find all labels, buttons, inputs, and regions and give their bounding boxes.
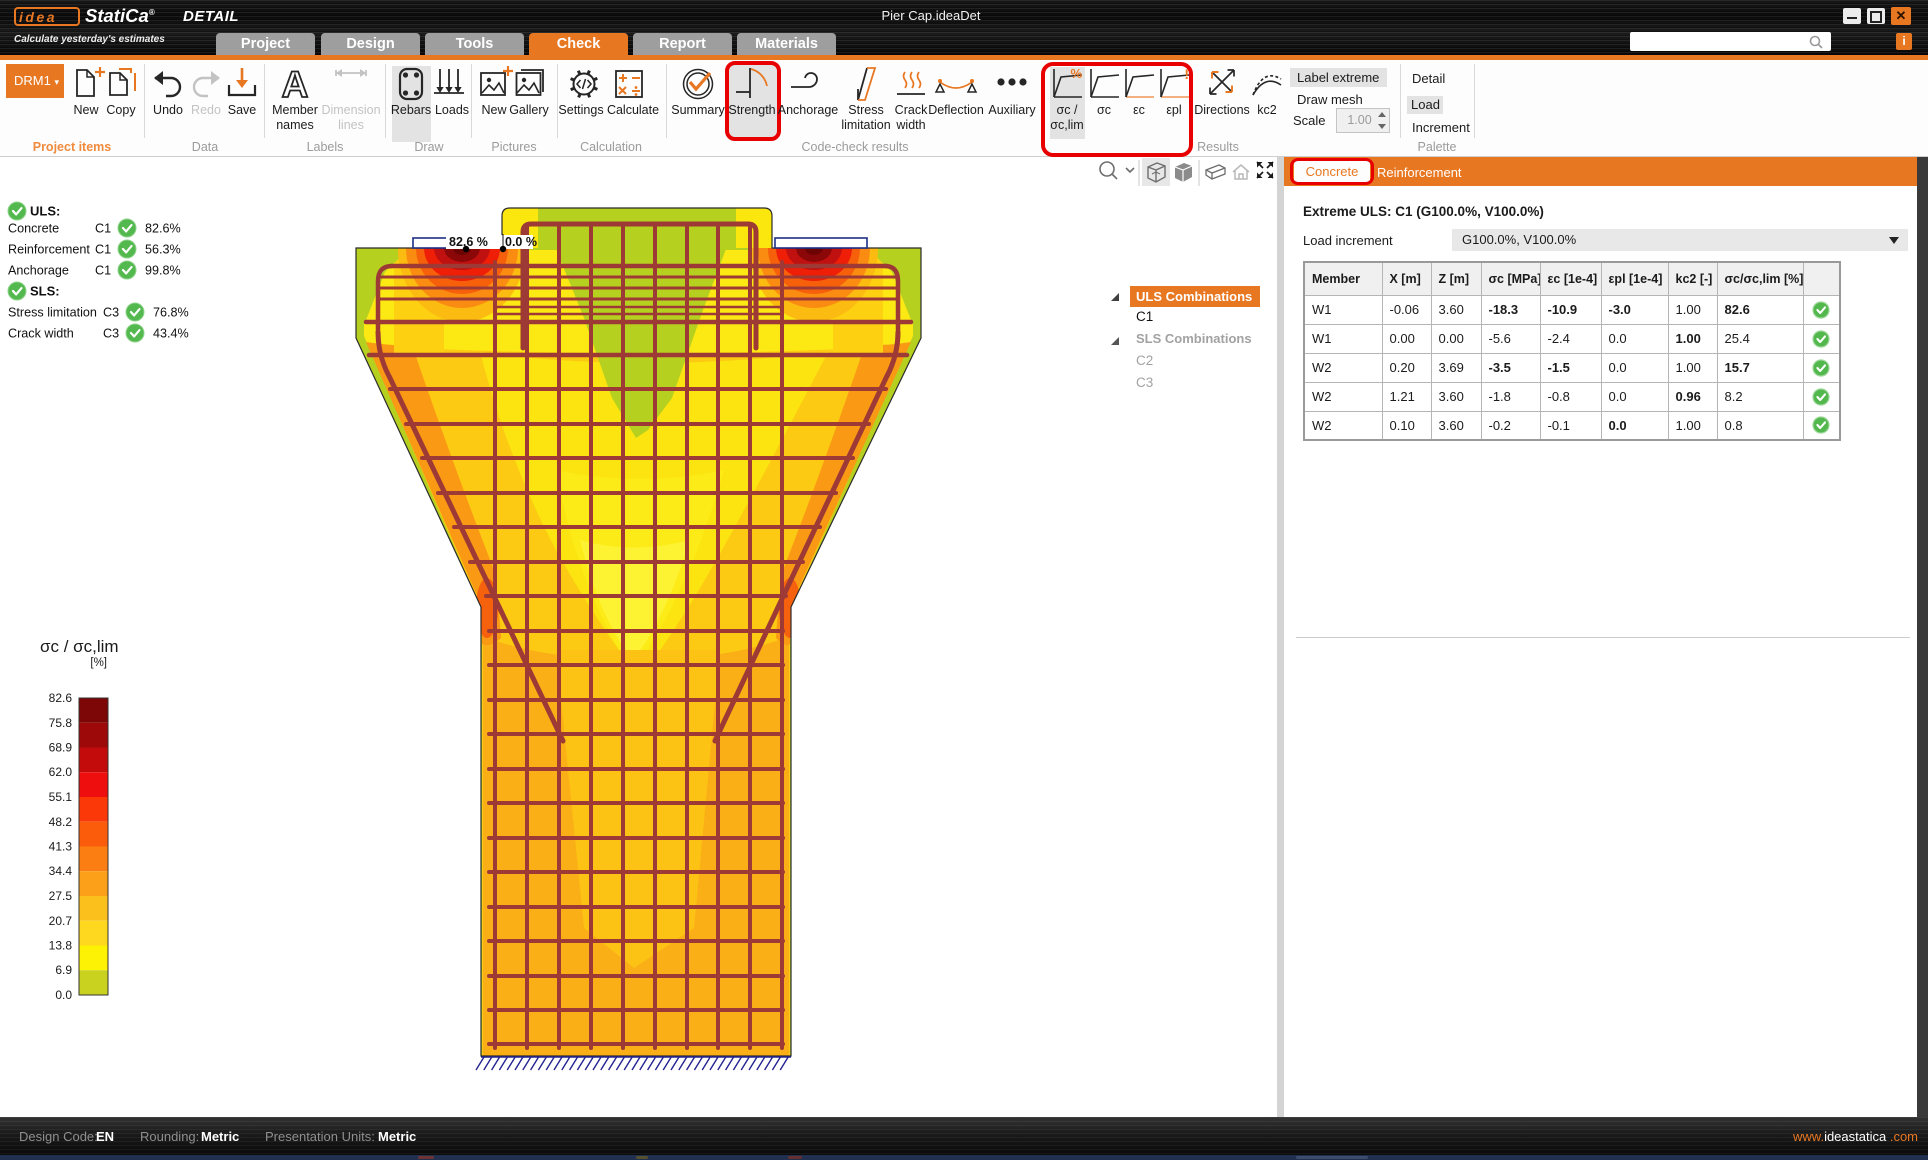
- svg-text:0.0: 0.0: [55, 988, 72, 1002]
- svg-text:%: %: [1070, 66, 1082, 81]
- svg-text:Stress limitation: Stress limitation: [8, 306, 97, 320]
- svg-text:0.0 %: 0.0 %: [505, 235, 537, 249]
- svg-text:20.7: 20.7: [49, 914, 73, 928]
- svg-text:55.1: 55.1: [49, 790, 73, 804]
- svg-text:C1: C1: [95, 264, 111, 278]
- svg-text:41.3: 41.3: [49, 840, 73, 854]
- svg-text:σc / σc,lim: σc / σc,lim: [40, 637, 119, 656]
- svg-text:C3: C3: [103, 306, 119, 320]
- svg-text:82.6: 82.6: [49, 691, 73, 705]
- svg-text:56.3%: 56.3%: [145, 243, 181, 257]
- svg-text:Crack width: Crack width: [8, 327, 74, 341]
- svg-text:A: A: [282, 64, 309, 105]
- svg-text:Reinforcement: Reinforcement: [8, 243, 90, 257]
- svg-text:68.9: 68.9: [49, 741, 73, 755]
- svg-text:Concrete: Concrete: [8, 222, 59, 236]
- svg-text:13.8: 13.8: [49, 939, 73, 953]
- svg-text:75.8: 75.8: [49, 716, 73, 730]
- svg-text:SLS:: SLS:: [30, 284, 60, 299]
- svg-text:82.6 %: 82.6 %: [449, 235, 488, 249]
- svg-text:C1: C1: [95, 243, 111, 257]
- svg-text:34.4: 34.4: [49, 864, 73, 878]
- svg-text:[%]: [%]: [90, 657, 107, 669]
- svg-text:C1: C1: [95, 222, 111, 236]
- svg-text:62.0: 62.0: [49, 765, 73, 779]
- svg-text:48.2: 48.2: [49, 815, 73, 829]
- svg-text:C3: C3: [103, 327, 119, 341]
- svg-text:ULS:: ULS:: [30, 204, 60, 219]
- svg-text:!: !: [1184, 66, 1189, 82]
- svg-text:76.8%: 76.8%: [153, 306, 189, 320]
- svg-text:6.9: 6.9: [55, 963, 72, 977]
- svg-text:82.6%: 82.6%: [145, 222, 181, 236]
- svg-text:43.4%: 43.4%: [153, 327, 189, 341]
- svg-text:27.5: 27.5: [49, 889, 73, 903]
- svg-text:99.8%: 99.8%: [145, 264, 181, 278]
- svg-text:Anchorage: Anchorage: [8, 264, 69, 278]
